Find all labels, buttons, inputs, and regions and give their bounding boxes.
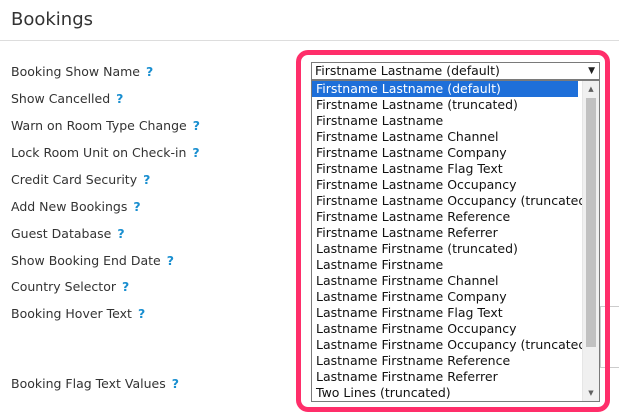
- field-label: Booking Show Name: [11, 64, 140, 79]
- dropdown-option[interactable]: Firstname Lastname Occupancy: [312, 177, 578, 193]
- select-value: Firstname Lastname (default): [315, 63, 500, 78]
- help-icon[interactable]: ?: [116, 91, 123, 106]
- field-country-selector: Country Selector?: [11, 279, 129, 294]
- dropdown-option[interactable]: Firstname Lastname Reference: [312, 209, 578, 225]
- help-icon[interactable]: ?: [193, 118, 200, 133]
- dropdown-option[interactable]: Lastname Firstname Occupancy: [312, 321, 578, 337]
- dropdown-option[interactable]: Lastname Firstname: [312, 257, 578, 273]
- section-title: Bookings: [11, 9, 94, 30]
- dropdown-option[interactable]: Firstname Lastname Channel: [312, 129, 578, 145]
- booking-show-name-select[interactable]: Firstname Lastname (default) ▼: [311, 62, 600, 80]
- field-label: Country Selector: [11, 279, 116, 294]
- help-icon[interactable]: ?: [146, 64, 153, 79]
- scroll-thumb[interactable]: [586, 98, 596, 347]
- dropdown-option[interactable]: Firstname Lastname Flag Text: [312, 161, 578, 177]
- field-credit-card-security: Credit Card Security?: [11, 172, 150, 187]
- field-label: Add New Bookings: [11, 199, 128, 214]
- dropdown-option[interactable]: Lastname Firstname Referrer: [312, 369, 578, 385]
- dropdown-option[interactable]: Firstname Lastname Occupancy (truncated): [312, 193, 591, 209]
- help-icon[interactable]: ?: [138, 306, 145, 321]
- field-label: Guest Database: [11, 226, 112, 241]
- field-booking-hover-text: Booking Hover Text?: [11, 306, 145, 321]
- help-icon[interactable]: ?: [122, 279, 129, 294]
- field-booking-show-name: Booking Show Name?: [11, 64, 153, 79]
- dropdown-option[interactable]: Lastname Firstname Occupancy (truncated): [312, 337, 591, 353]
- scroll-up-icon[interactable]: ▲: [583, 81, 599, 97]
- dropdown-option[interactable]: Firstname Lastname (truncated): [312, 97, 578, 113]
- field-show-cancelled: Show Cancelled?: [11, 91, 123, 106]
- help-icon[interactable]: ?: [167, 253, 174, 268]
- dropdown-option[interactable]: Lastname Firstname Reference: [312, 353, 578, 369]
- help-icon[interactable]: ?: [172, 376, 179, 391]
- section-header: Bookings: [0, 0, 619, 41]
- dropdown-option[interactable]: Firstname Lastname (default): [312, 81, 578, 97]
- field-label: Booking Flag Text Values: [11, 376, 166, 391]
- booking-show-name-dropdown[interactable]: Firstname Lastname (default) Firstname L…: [311, 80, 600, 402]
- scroll-down-icon[interactable]: ▼: [583, 385, 599, 401]
- field-label: Show Cancelled: [11, 91, 111, 106]
- field-booking-flag-text-values: Booking Flag Text Values?: [11, 376, 179, 391]
- help-icon[interactable]: ?: [143, 172, 150, 187]
- field-add-new-bookings: Add New Bookings?: [11, 199, 141, 214]
- field-label: Credit Card Security: [11, 172, 138, 187]
- field-label: Warn on Room Type Change: [11, 118, 187, 133]
- field-guest-database: Guest Database?: [11, 226, 125, 241]
- dropdown-option[interactable]: Lastname Firstname Channel: [312, 273, 578, 289]
- field-label: Booking Hover Text: [11, 306, 132, 321]
- field-label: Show Booking End Date: [11, 253, 161, 268]
- chevron-down-icon[interactable]: ▼: [588, 63, 595, 79]
- help-icon[interactable]: ?: [192, 145, 199, 160]
- dropdown-option[interactable]: Lastname Firstname Flag Text: [312, 305, 578, 321]
- help-icon[interactable]: ?: [117, 226, 124, 241]
- field-warn-room-type-change: Warn on Room Type Change?: [11, 118, 200, 133]
- dropdown-option[interactable]: Firstname Lastname Company: [312, 145, 578, 161]
- help-icon[interactable]: ?: [133, 199, 140, 214]
- dropdown-option[interactable]: Lastname Firstname (truncated): [312, 241, 578, 257]
- dropdown-option[interactable]: Firstname Lastname Referrer: [312, 225, 578, 241]
- booking-hover-text-area[interactable]: [600, 306, 619, 368]
- dropdown-option[interactable]: Two Lines (truncated): [312, 385, 578, 401]
- field-show-booking-end-date: Show Booking End Date?: [11, 253, 174, 268]
- field-label: Lock Room Unit on Check-in: [11, 145, 187, 160]
- dropdown-option[interactable]: Lastname Firstname Company: [312, 289, 578, 305]
- field-lock-room-unit: Lock Room Unit on Check-in?: [11, 145, 200, 160]
- dropdown-scrollbar[interactable]: ▲ ▼: [582, 81, 599, 401]
- dropdown-option[interactable]: Firstname Lastname: [312, 113, 578, 129]
